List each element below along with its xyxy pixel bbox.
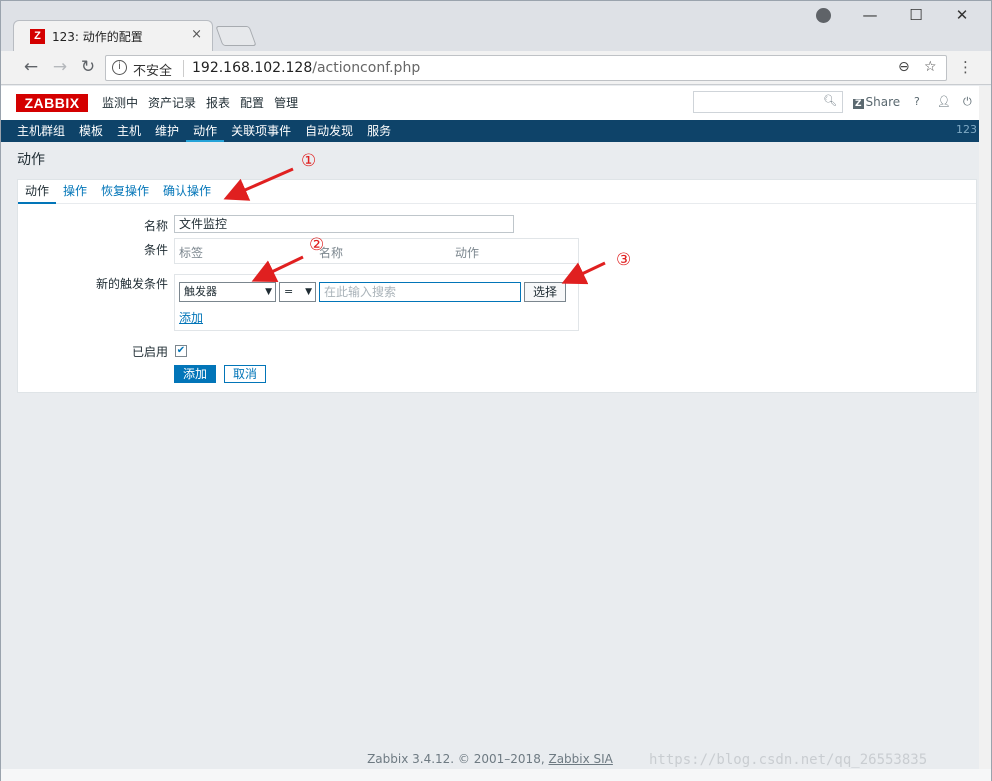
annotation-marker-3: ③ [616, 250, 632, 270]
footer-text: Zabbix 3.4.12. © 2001–2018, [367, 752, 549, 766]
footer-link[interactable]: Zabbix SIA [548, 752, 612, 766]
watermark: https://blog.csdn.net/qq_26553835 [649, 752, 928, 768]
annotation-arrow-1 [223, 167, 294, 201]
vertical-scrollbar[interactable] [979, 86, 991, 769]
browser-window: Z 123: 动作的配置 × — ☐ ✕ ← → ↻ i 不安全 192.168… [0, 0, 992, 781]
bottom-strip [1, 769, 991, 781]
annotation-arrows [223, 167, 606, 285]
annotation-marker-2: ② [309, 235, 325, 255]
annotation-arrow-2 [251, 255, 304, 283]
annotation-marker-1: ① [301, 151, 317, 171]
annotation-arrow-3 [561, 261, 606, 285]
